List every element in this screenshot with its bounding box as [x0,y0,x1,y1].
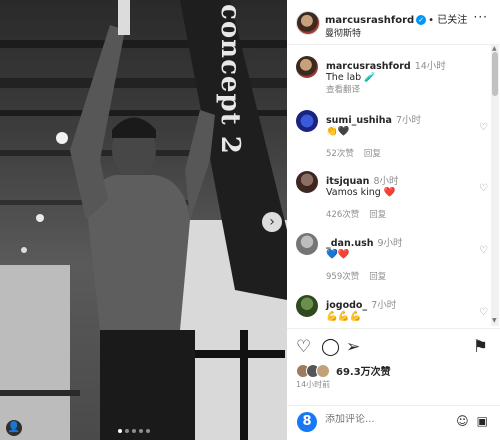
comment-likes[interactable]: 959次赞 [326,272,359,282]
emoji-picker-icon[interactable]: ☺ [456,414,469,428]
carousel-dots [118,429,150,433]
comment-time: 7小时 [395,115,421,126]
comment-meta: 426次赞 回复 [326,208,396,220]
brand-banner-text: concept 2 [215,4,245,155]
follow-status[interactable]: • 已关注 [428,15,467,26]
comment-text: 💪💪💪 [326,311,362,322]
scroll-down-icon[interactable]: ▼ [492,317,497,324]
avatar[interactable] [296,11,320,35]
post-side-panel: marcusrashford ✓ • 已关注 曼彻斯特 ··· ▲ ▼ marcus… [287,0,500,440]
reply-button[interactable]: 回复 [369,272,386,282]
verified-icon: ✓ [416,15,427,25]
comment-username[interactable]: itsjquan [326,176,369,187]
comment-author: itsjquan 8小时 [326,173,399,187]
comment-likes[interactable]: 52次赞 [326,149,354,159]
gif-icon[interactable]: ▣ [477,414,488,428]
likes-count[interactable]: 69.3万次赞 [336,363,391,378]
avatar [316,363,330,378]
heart-icon[interactable]: ♡ [296,337,311,357]
post-author: marcusrashford ✓ • 已关注 [325,11,467,26]
comment-bar: 8 ☺▣ [287,405,500,441]
more-options-icon[interactable]: ··· [474,10,488,24]
likes-row[interactable]: 69.3万次赞 [296,363,391,378]
comment-text: 💙❤️ [326,249,350,260]
comment-time: 9小时 [377,238,403,249]
comment-username[interactable]: jogodo_ [326,300,367,311]
comment-text: Vamos king ❤️ [326,187,396,198]
location[interactable]: 曼彻斯特 [325,26,361,39]
next-photo-button[interactable]: › [262,212,282,232]
bookmark-icon[interactable]: ⚑ [473,337,488,357]
comment-icon[interactable]: ◯ [321,337,340,357]
caption-text: The lab 🧪 [326,72,377,83]
post-header: marcusrashford ✓ • 已关注 曼彻斯特 ··· [287,0,500,45]
avatar[interactable] [296,233,318,255]
heart-icon[interactable]: ♡ [479,307,488,318]
chevron-right-icon: › [269,214,275,230]
comment-meta: 959次赞 回复 [326,270,396,282]
heart-icon[interactable]: ♡ [479,183,488,194]
post-timestamp: 14小时前 [296,380,331,389]
scrollbar[interactable] [491,44,499,326]
avatar[interactable] [296,295,318,317]
user-tag-icon[interactable]: 👤 [6,420,22,436]
emoji-icon[interactable]: 8 [297,412,317,432]
avatar[interactable] [296,171,318,193]
translate-link[interactable]: 查看翻译 [326,83,360,95]
heart-icon[interactable]: ♡ [479,122,488,133]
post-modal: concept 2 › 👤 marcusrashford ✓ • 已关注 曼彻斯特 … [0,0,500,440]
reply-button[interactable]: 回复 [364,149,381,159]
comment-tools: ☺ ▣ [448,414,488,428]
comment-username[interactable]: sumi_ushiha [326,115,392,126]
avatar[interactable] [296,56,318,78]
caption-time: 14小时 [414,61,446,72]
comment-time: 8小时 [373,176,399,187]
comment-input[interactable] [325,414,445,425]
scroll-up-icon[interactable]: ▲ [492,45,497,52]
share-icon[interactable]: ➢ [346,337,360,357]
comment-author: _dan.ush 9小时 [326,235,403,249]
scrollbar-thumb[interactable] [492,52,498,96]
author-username[interactable]: marcusrashford [325,15,414,26]
heart-icon[interactable]: ♡ [479,245,488,256]
comment-author: jogodo_ 7小时 [326,297,396,311]
comment-author: sumi_ushiha 7小时 [326,112,421,126]
comment-username[interactable]: _dan.ush [326,238,374,249]
comment-text: 👏🖤 [326,126,350,137]
post-photo[interactable]: concept 2 › 👤 [0,0,287,440]
post-actions: ♡ ◯ ➢ ⚑ 69.3万次赞 14小时前 [287,328,500,399]
reply-button[interactable]: 回复 [369,210,386,220]
comment-meta: 52次赞 回复 [326,147,391,159]
caption-author: marcusrashford 14小时 [326,58,446,72]
comment-likes[interactable]: 426次赞 [326,210,359,220]
caption-username[interactable]: marcusrashford [326,61,411,72]
avatar[interactable] [296,110,318,132]
comment-time: 7小时 [371,300,397,311]
